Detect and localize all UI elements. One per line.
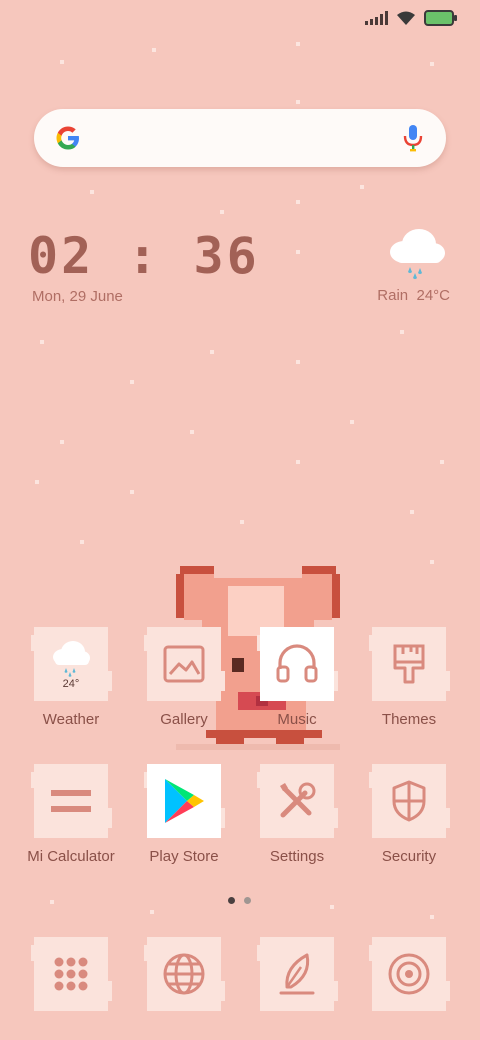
app-music[interactable]: Music <box>241 627 353 728</box>
clock-widget[interactable]: 02 : 36 Mon, 29 June <box>28 228 260 305</box>
app-label: Music <box>277 711 317 728</box>
cellular-signal-icon <box>365 11 388 25</box>
weather-app-temp: 24° <box>63 678 80 689</box>
weather-condition: Rain <box>377 287 409 304</box>
clock-time: 02 : 36 <box>28 227 260 285</box>
dock-app-drawer[interactable] <box>15 937 127 1011</box>
app-label: Gallery <box>160 711 208 728</box>
app-label: Security <box>381 848 437 865</box>
status-bar <box>365 10 457 26</box>
app-label: Mi Calculator <box>27 848 115 865</box>
app-label: Settings <box>269 848 325 865</box>
weather-icon: 24° <box>53 641 90 689</box>
paintbrush-icon <box>393 644 425 684</box>
app-themes[interactable]: Themes <box>353 627 465 728</box>
play-store-icon <box>165 779 204 823</box>
dock-notes[interactable] <box>241 937 353 1011</box>
app-weather[interactable]: 24° Weather <box>15 627 127 728</box>
app-security[interactable]: Security <box>353 764 465 865</box>
rain-cloud-icon <box>390 229 445 280</box>
app-play-store[interactable]: Play Store <box>128 764 240 865</box>
app-gallery[interactable]: Gallery <box>128 627 240 728</box>
battery-charging-icon <box>424 10 457 26</box>
page-dot-2[interactable] <box>244 897 251 904</box>
google-search-bar[interactable] <box>34 109 446 167</box>
notes-feather-icon <box>279 953 315 995</box>
app-label: Play Store <box>149 848 219 865</box>
google-g-icon <box>56 126 79 150</box>
microphone-icon[interactable] <box>402 123 424 153</box>
shield-icon <box>392 780 426 822</box>
wifi-icon <box>397 11 415 25</box>
page-indicator <box>228 897 251 904</box>
app-label: Weather <box>42 711 100 728</box>
app-mi-calculator[interactable]: Mi Calculator <box>15 764 127 865</box>
clock-date: Mon, 29 June <box>32 288 123 305</box>
dock-browser[interactable] <box>128 937 240 1011</box>
app-label: Themes <box>381 711 437 728</box>
tools-icon <box>280 782 316 818</box>
page-dot-1[interactable] <box>228 897 235 904</box>
app-drawer-icon <box>54 957 88 991</box>
weather-widget[interactable]: Rain 24°C <box>377 226 450 304</box>
dock-camera[interactable] <box>353 937 465 1011</box>
app-settings[interactable]: Settings <box>241 764 353 865</box>
calculator-icon <box>51 790 91 812</box>
gallery-icon <box>163 645 205 683</box>
browser-globe-icon <box>163 953 205 995</box>
weather-temperature: 24°C <box>416 287 450 304</box>
camera-icon <box>388 953 430 995</box>
headphones-icon <box>276 644 318 683</box>
